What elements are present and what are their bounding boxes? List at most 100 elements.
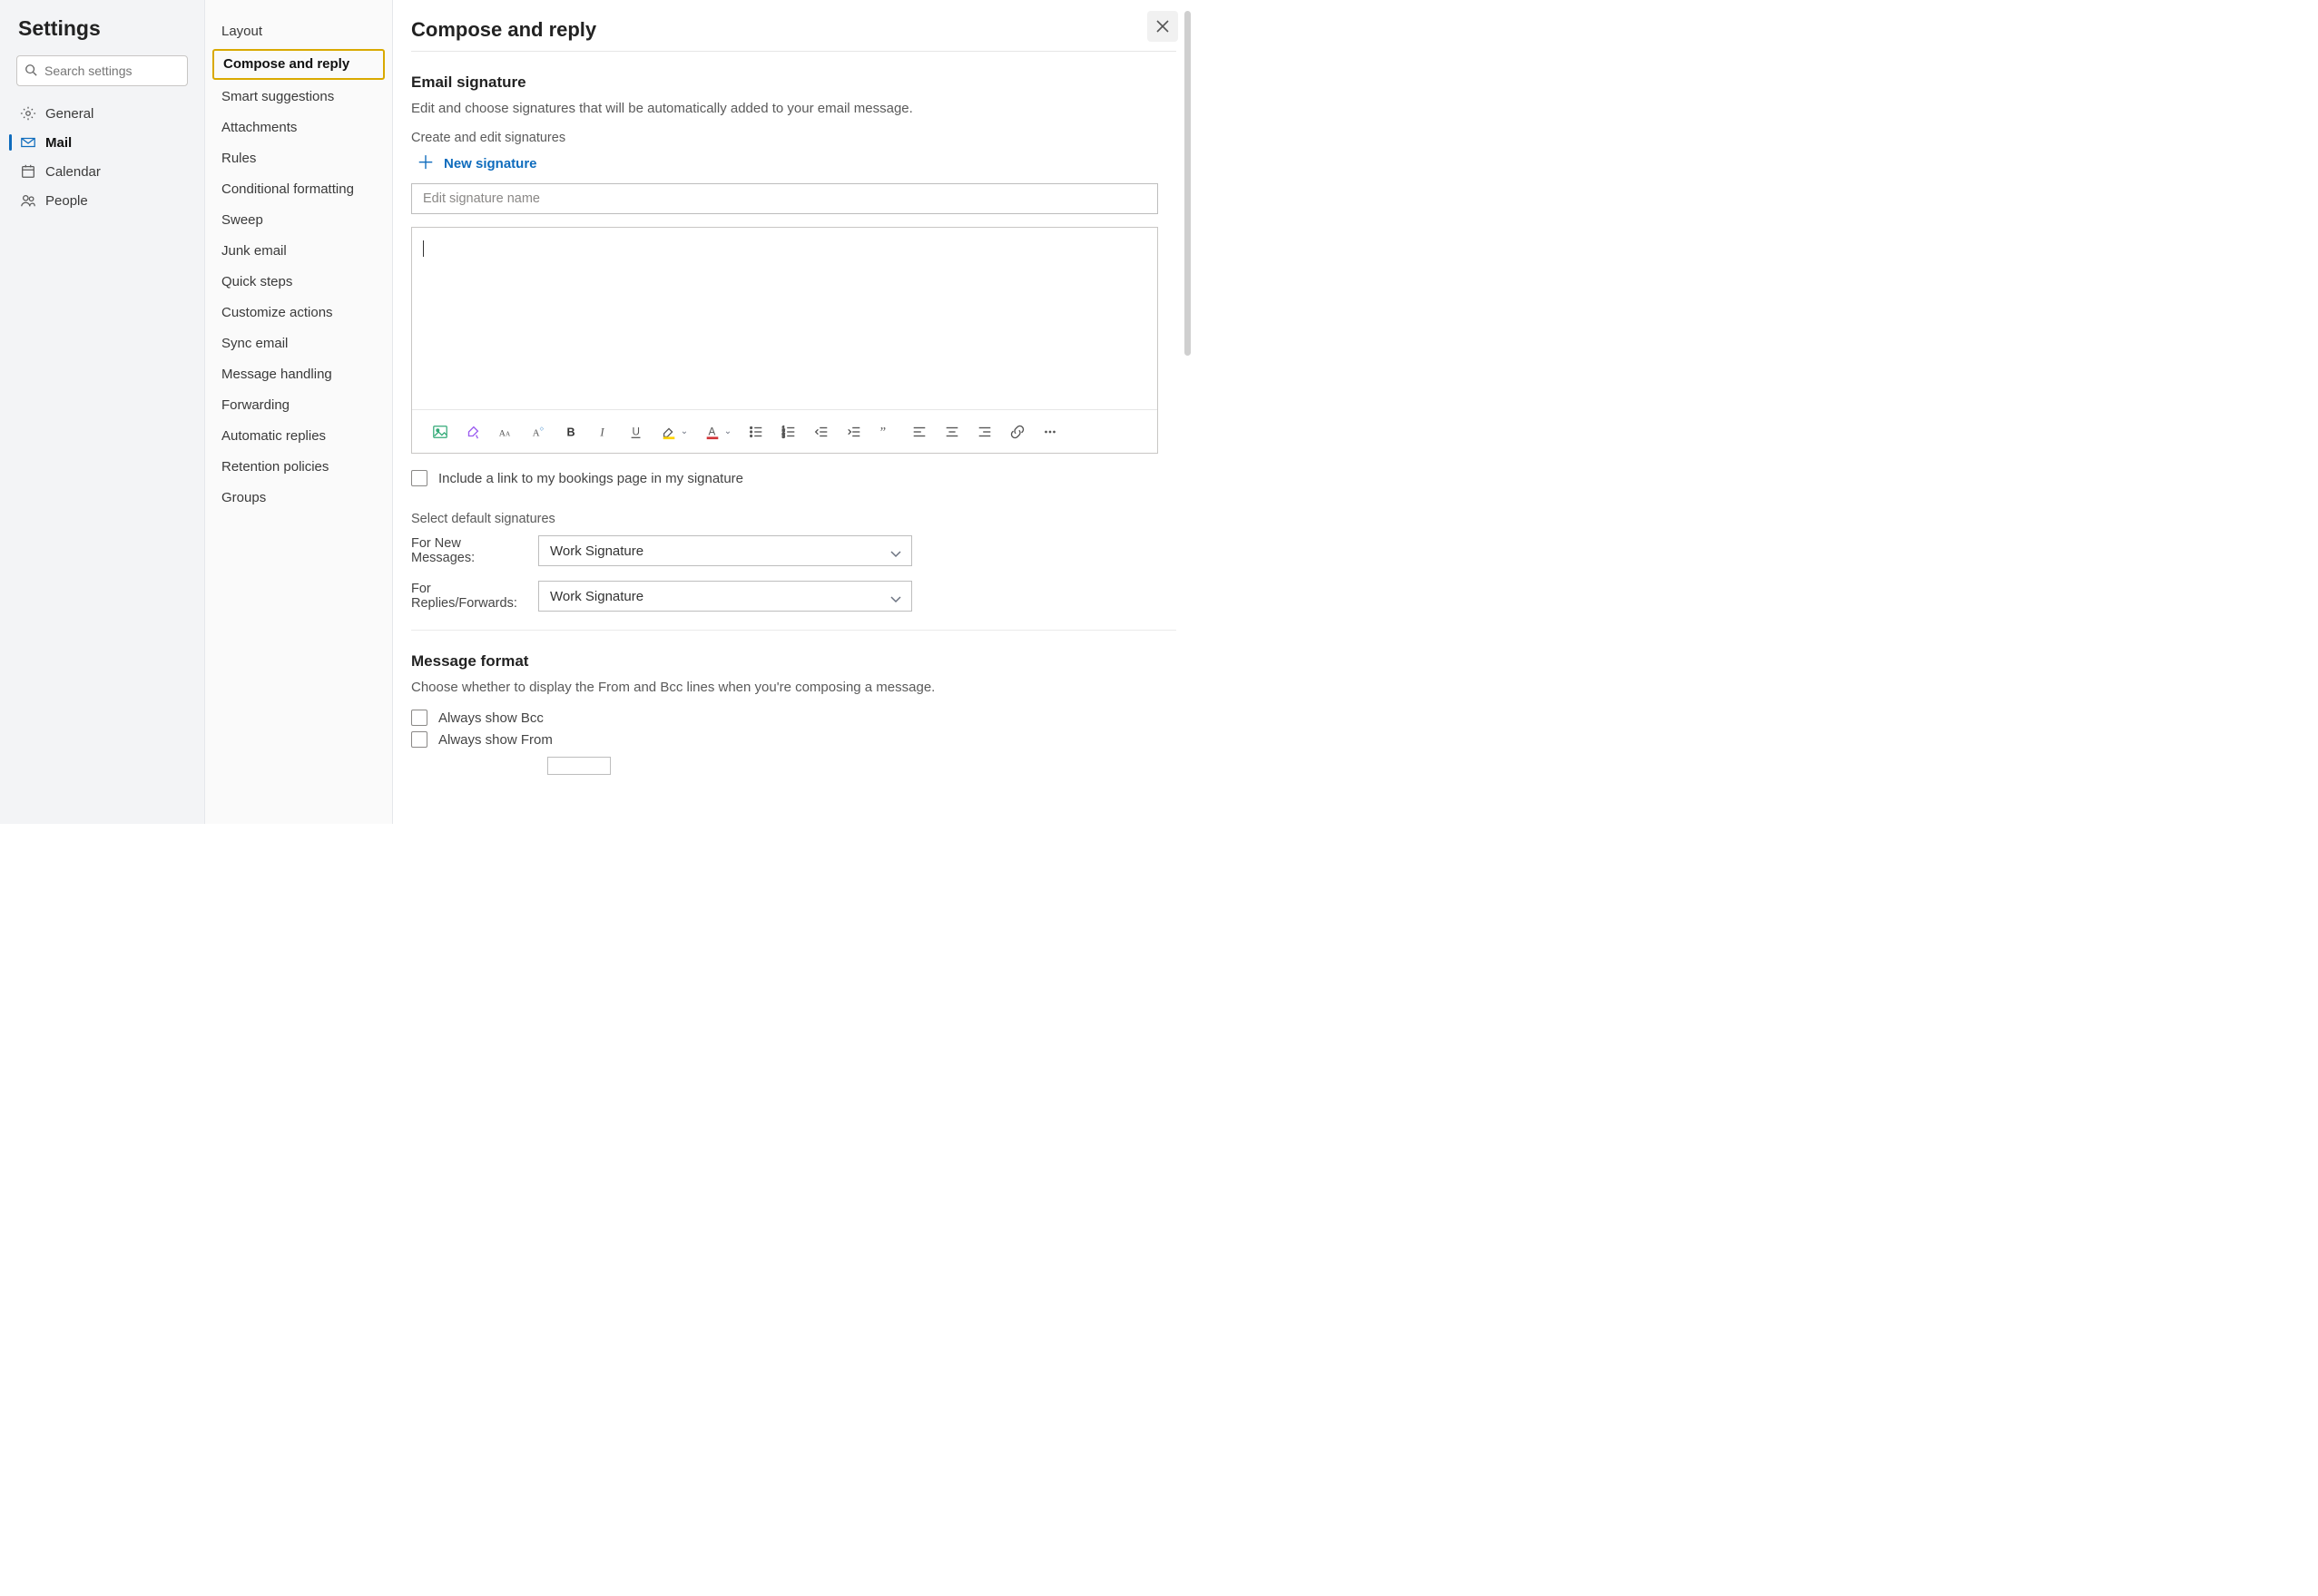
sidebar-category-mail[interactable]: Mail [7,128,197,157]
svg-text:U: U [633,426,640,437]
highlight-color-button[interactable]: ⌄ [659,422,690,442]
close-icon [1155,19,1170,34]
for-reply-label: For Replies/Forwards: [411,582,527,611]
increase-indent-button[interactable] [844,422,864,442]
category-label: Calendar [45,164,101,180]
always-from-checkbox[interactable] [411,731,427,748]
underline-button[interactable]: U [626,422,646,442]
calendar-icon [20,163,36,180]
bulleted-list-button[interactable] [746,422,766,442]
bookings-checkbox[interactable] [411,470,427,486]
main-panel[interactable]: Compose and reply Email signature Edit a… [393,0,1194,824]
text-cursor [423,240,424,257]
subnav-item-layout[interactable]: Layout [205,16,392,47]
always-bcc-label: Always show Bcc [438,710,544,726]
svg-text:B: B [567,426,575,438]
partial-control[interactable] [547,757,611,775]
paint-format-button[interactable] [463,422,483,442]
sidebar-category-people[interactable]: People [7,186,197,215]
for-new-row: For New Messages: Work Signature [411,535,1176,566]
new-signature-button[interactable]: ＋ New signature [417,154,537,172]
italic-button[interactable]: I [594,422,614,442]
for-reply-row: For Replies/Forwards: Work Signature [411,581,1176,612]
subnav-item-smart-suggestions[interactable]: Smart suggestions [205,82,392,113]
decrease-indent-button[interactable] [811,422,831,442]
svg-text:”: ” [880,425,886,439]
subnav-item-forwarding[interactable]: Forwarding [205,390,392,421]
subnav-list: LayoutCompose and replySmart suggestions… [205,16,392,514]
numbered-list-button[interactable]: 123 [779,422,799,442]
settings-title: Settings [18,16,197,41]
sidebar-category-calendar[interactable]: Calendar [7,157,197,186]
chevron-down-icon: ⌄ [681,426,688,436]
scrollbar[interactable] [1184,11,1191,356]
section-heading-format: Message format [411,652,1176,671]
settings-dialog: Settings General Mail Calendar People Layou… [0,0,1194,824]
svg-text:◇: ◇ [540,426,544,432]
category-label: People [45,193,88,209]
signature-editor: AAA◇BIU⌄A⌄123” [411,227,1158,454]
subnav-item-automatic-replies[interactable]: Automatic replies [205,421,392,452]
sidebar-categories: Settings General Mail Calendar People [0,0,205,824]
for-new-select[interactable]: Work Signature [538,535,912,566]
divider [411,51,1176,52]
subnav-item-groups[interactable]: Groups [205,483,392,514]
bookings-checkbox-label: Include a link to my bookings page in my… [438,471,743,486]
subnav-item-sync-email[interactable]: Sync email [205,328,392,359]
sidebar-subnav: LayoutCompose and replySmart suggestions… [205,0,393,824]
section-desc-signature: Edit and choose signatures that will be … [411,101,1176,116]
font-color-button[interactable]: A⌄ [702,422,733,442]
subnav-item-sweep[interactable]: Sweep [205,205,392,236]
divider [411,630,1176,631]
section-desc-format: Choose whether to display the From and B… [411,680,1176,695]
font-size-button[interactable]: A◇ [528,422,548,442]
for-new-label: For New Messages: [411,536,527,565]
category-label: General [45,106,93,122]
page-title: Compose and reply [411,18,1176,42]
quote-button[interactable]: ” [877,422,897,442]
subnav-item-message-handling[interactable]: Message handling [205,359,392,390]
more-options-button[interactable] [1040,422,1060,442]
subnav-item-attachments[interactable]: Attachments [205,113,392,143]
chevron-down-icon: ⌄ [724,426,732,436]
subnav-item-retention-policies[interactable]: Retention policies [205,452,392,483]
subnav-item-rules[interactable]: Rules [205,143,392,174]
svg-text:A: A [708,426,715,437]
align-left-button[interactable] [909,422,929,442]
always-from-label: Always show From [438,732,553,748]
for-reply-select[interactable]: Work Signature [538,581,912,612]
signature-name-input[interactable] [411,183,1158,214]
subnav-item-customize-actions[interactable]: Customize actions [205,298,392,328]
insert-link-button[interactable] [1007,422,1027,442]
font-family-button[interactable]: AA [496,422,516,442]
editor-toolbar: AAA◇BIU⌄A⌄123” [412,409,1157,453]
always-bcc-row: Always show Bcc [411,710,1176,726]
subnav-item-junk-email[interactable]: Junk email [205,236,392,267]
new-signature-label: New signature [444,156,537,171]
subnav-item-conditional-format[interactable]: Conditional formatting [205,174,392,205]
select-default-heading: Select default signatures [411,512,1176,526]
plus-icon: ＋ [417,154,435,172]
svg-text:3: 3 [782,434,785,439]
align-center-button[interactable] [942,422,962,442]
people-icon [20,192,36,209]
gear-icon [20,105,36,122]
svg-text:I: I [599,426,604,438]
svg-text:A: A [506,430,511,437]
bold-button[interactable]: B [561,422,581,442]
bookings-checkbox-row: Include a link to my bookings page in my… [411,470,1176,486]
always-from-row: Always show From [411,731,1176,748]
subnav-item-compose-and-reply[interactable]: Compose and reply [212,49,385,80]
always-bcc-checkbox[interactable] [411,710,427,726]
search-icon [25,64,37,76]
subnav-item-quick-steps[interactable]: Quick steps [205,267,392,298]
close-button[interactable] [1147,11,1178,42]
mail-icon [20,134,36,151]
insert-image-button[interactable] [430,422,450,442]
sidebar-category-general[interactable]: General [7,99,197,128]
signature-editor-area[interactable] [412,228,1157,409]
search-input[interactable] [16,55,188,86]
search-wrap [16,55,188,86]
create-edit-label: Create and edit signatures [411,131,1176,145]
align-right-button[interactable] [975,422,995,442]
